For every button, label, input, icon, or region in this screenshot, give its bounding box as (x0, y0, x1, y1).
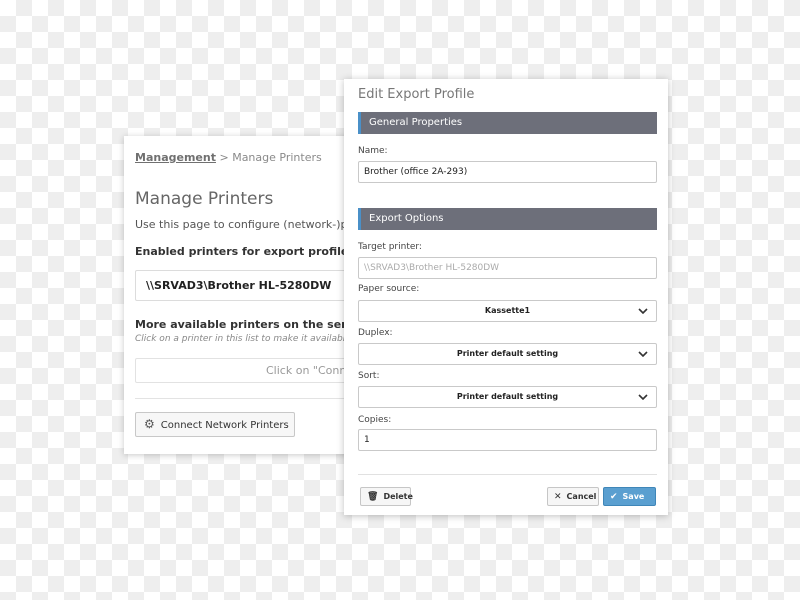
breadcrumb: Management > Manage Printers (135, 151, 322, 164)
general-properties-header: General Properties (358, 112, 657, 134)
connect-button-label: Connect Network Printers (160, 420, 289, 431)
paper-source-label: Paper source: (358, 284, 420, 294)
available-printers-list[interactable]: Click on "Conne (135, 358, 354, 383)
duplex-label: Duplex: (358, 328, 393, 338)
available-printers-heading: More available printers on the server: (135, 318, 354, 331)
save-button[interactable]: ✔ Save (603, 487, 656, 506)
enabled-printers-heading: Enabled printers for export profiles: (135, 245, 354, 258)
connect-network-printers-button[interactable]: ⚙ Connect Network Printers (135, 412, 295, 437)
target-printer-field[interactable]: \\SRVAD3\Brother HL-5280DW (358, 257, 657, 279)
page-description: Use this page to configure (network-)pri… (135, 218, 354, 231)
gear-icon: ⚙ (144, 417, 155, 431)
name-field[interactable]: Brother (office 2A-293) (358, 161, 657, 183)
paper-source-select[interactable]: Kassette1 (358, 300, 657, 322)
check-icon: ✔ (610, 492, 618, 502)
dialog-title: Edit Export Profile (358, 87, 475, 102)
export-options-header: Export Options (358, 208, 657, 230)
copies-label: Copies: (358, 415, 392, 425)
name-label: Name: (358, 146, 388, 156)
duplex-select[interactable]: Printer default setting (358, 343, 657, 365)
chevron-down-icon (637, 344, 649, 364)
delete-label: Delete (383, 492, 413, 501)
sort-value: Printer default setting (456, 392, 559, 401)
enabled-printer-item[interactable]: \\SRVAD3\Brother HL-5280DW (135, 270, 354, 301)
chevron-down-icon (637, 301, 649, 321)
cancel-label: Cancel (566, 492, 597, 501)
available-printers-hint: Click on a printer in this list to make … (135, 334, 354, 344)
breadcrumb-management-link[interactable]: Management (135, 151, 216, 164)
footer-divider (358, 474, 657, 475)
sort-label: Sort: (358, 371, 380, 381)
copies-field[interactable]: 1 (358, 429, 657, 451)
breadcrumb-separator: > (219, 151, 229, 164)
page-title: Manage Printers (135, 189, 274, 209)
divider (135, 398, 354, 399)
cancel-button[interactable]: ✕ Cancel (547, 487, 599, 506)
breadcrumb-current: Manage Printers (232, 151, 322, 164)
trash-icon: 🗑 (367, 492, 379, 502)
save-label: Save (622, 492, 645, 501)
target-printer-label: Target printer: (358, 242, 422, 252)
paper-source-value: Kassette1 (484, 306, 531, 315)
close-icon: ✕ (554, 492, 562, 502)
chevron-down-icon (637, 387, 649, 407)
duplex-value: Printer default setting (456, 349, 559, 358)
delete-button[interactable]: 🗑 Delete (360, 487, 413, 506)
edit-export-profile-dialog: Edit Export Profile General Properties N… (344, 79, 668, 515)
manage-printers-panel: Management > Manage Printers Manage Prin… (124, 136, 354, 454)
sort-select[interactable]: Printer default setting (358, 386, 657, 408)
